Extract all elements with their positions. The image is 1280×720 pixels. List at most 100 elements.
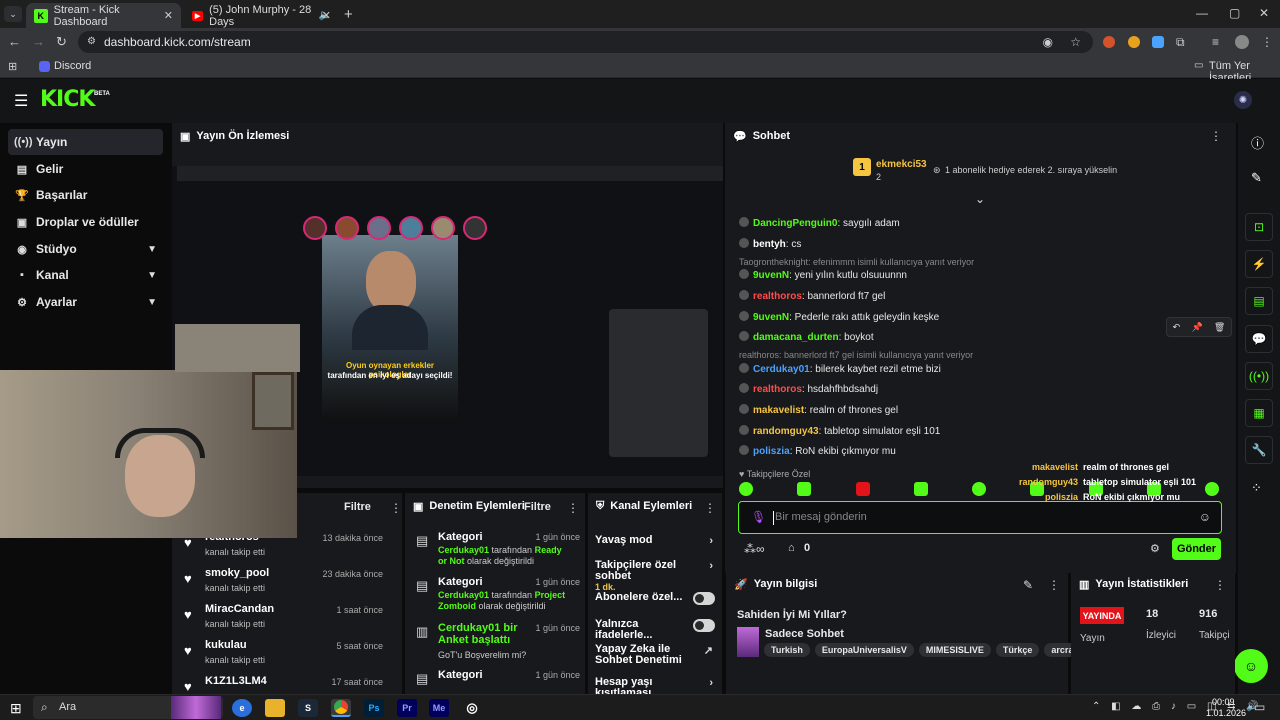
channel-action-2[interactable]: Abonelere özel... — [595, 592, 717, 614]
emote-icon[interactable] — [797, 482, 812, 496]
sidebar-item-kanal[interactable]: ▪ Kanal ▼ — [8, 262, 163, 288]
windows-start-icon[interactable]: ⊞ — [10, 700, 22, 717]
more-icon[interactable]: ⋮ — [1214, 578, 1226, 592]
file-explorer-icon[interactable] — [265, 699, 285, 717]
edit-icon[interactable]: ✎ — [1023, 578, 1033, 592]
puzzle-icon[interactable]: ⧉ — [1176, 35, 1185, 50]
sidebar-item-gelir[interactable]: ▤ Gelir — [8, 156, 163, 182]
info-icon[interactable]: ⓘ — [1251, 133, 1264, 152]
taskbar-search[interactable]: ⌕ Ara — [33, 696, 223, 719]
chat-username[interactable]: polisziа — [753, 446, 790, 457]
channel-action-1[interactable]: Takipçilere özel sohbet 1 dk. › — [595, 560, 717, 593]
chat-username[interactable]: bentyh — [753, 239, 786, 250]
notification-icon[interactable]: ▭ — [1254, 700, 1265, 714]
moderation-row[interactable]: ▥ Cerdukay01 bir Anket başlattı 1 gün önce… — [410, 622, 580, 664]
clock-time[interactable]: 00:09 — [1212, 697, 1235, 707]
follower-row[interactable]: ♥ smoky_pool kanalı takip etti 23 dakika ön… — [178, 565, 393, 599]
emote-icon[interactable] — [855, 482, 870, 496]
follower-name[interactable]: K1Z1L3LM4 — [205, 675, 267, 687]
moderation-user[interactable]: Cerdukay01 — [438, 590, 489, 600]
sidebar-item-basarilar[interactable]: 🏆 Başarılar — [8, 182, 163, 208]
channel-action-3[interactable]: Yalnızca ifadelerle... — [595, 619, 717, 641]
edge-icon[interactable]: e — [232, 699, 252, 717]
extension-icon[interactable] — [1103, 36, 1115, 48]
tab-list-icon[interactable]: ⌄ — [4, 6, 22, 22]
follower-row[interactable]: ♥ kukulau kanalı takip etti 5 saat önce — [178, 637, 393, 671]
follower-name[interactable]: smoky_pool — [205, 567, 269, 579]
moderation-user[interactable]: Cerdukay01 — [438, 545, 489, 555]
message-icon[interactable]: 💬 — [1245, 325, 1273, 353]
user-avatar[interactable]: ✺ — [1234, 91, 1252, 109]
photoshop-icon[interactable]: Ps — [364, 699, 384, 717]
emote-icon[interactable] — [972, 482, 986, 496]
profile-avatar[interactable] — [1235, 35, 1249, 49]
back-icon[interactable]: ← — [8, 34, 21, 49]
reload-icon[interactable]: ↻ — [56, 34, 67, 50]
chrome-icon[interactable] — [331, 699, 351, 717]
clock-date[interactable]: 1.01.2026 — [1206, 708, 1246, 718]
site-info-icon[interactable]: ⚙ — [87, 31, 96, 53]
emote-icon[interactable] — [739, 482, 753, 496]
window-close-icon[interactable]: ✕ — [1259, 6, 1269, 20]
moderation-row[interactable]: ▤ Kategori 1 gün önce Cerdukay01 tarafından… — [410, 531, 580, 573]
follower-name[interactable]: MiracCandan — [205, 603, 274, 615]
top-gifter-name[interactable]: ekmekci53 — [876, 159, 927, 170]
star-icon[interactable]: ☆ — [1070, 31, 1081, 53]
more-icon[interactable]: ⋮ — [390, 501, 402, 515]
extension-icon[interactable] — [1128, 36, 1140, 48]
close-icon[interactable]: ✕ — [322, 9, 331, 22]
clipboard-icon[interactable]: ▤ — [1245, 287, 1273, 315]
delete-icon[interactable]: 🗑 — [1214, 322, 1225, 333]
tab-youtube[interactable]: ▶ (5) John Murphy - 28 Days 🔈 ✕ — [184, 3, 339, 28]
filter-button[interactable]: Filtre — [524, 501, 551, 513]
support-chat-button[interactable]: ☺ — [1234, 649, 1268, 683]
channel-action-4[interactable]: Yapay Zeka ile Sohbet Denetimi ↗ — [595, 644, 717, 666]
capture-icon[interactable]: ⊡ — [1245, 213, 1273, 241]
steam-icon[interactable]: S — [298, 699, 318, 717]
chat-input-box[interactable]: 🎙 Bir mesaj gönderin ☺ — [738, 501, 1222, 534]
infinity-icon[interactable]: ⁂∞ — [744, 542, 765, 556]
reply-icon[interactable]: ↶ — [1173, 322, 1181, 333]
shop-icon[interactable]: ⌂ — [788, 542, 795, 554]
kick-logo[interactable]: KICK — [40, 87, 95, 112]
chat-username[interactable]: 9uvenN — [753, 270, 789, 281]
chat-username[interactable]: realthoros — [753, 384, 802, 395]
media-encoder-icon[interactable]: Me — [429, 699, 449, 717]
mic-icon[interactable]: 🎙 — [751, 510, 766, 524]
chat-username[interactable]: Cerdukay01 — [753, 364, 810, 375]
menu-icon[interactable]: ⋮ — [1261, 35, 1273, 49]
tab-kick-dashboard[interactable]: K Stream - Kick Dashboard ✕ — [26, 3, 181, 28]
edit-icon[interactable]: ✎ — [1251, 170, 1262, 186]
channel-action-0[interactable]: Yavaş mod › — [595, 535, 717, 557]
broadcast-icon[interactable]: ((•)) — [1245, 362, 1273, 390]
chat-username[interactable]: realthoros — [753, 291, 802, 302]
chat-username[interactable]: 9uvenN — [753, 312, 789, 323]
more-icon[interactable]: ⋮ — [704, 501, 716, 515]
layout-icon[interactable]: ▦ — [1245, 399, 1273, 427]
chat-username[interactable]: DancingPenguin0 — [753, 218, 837, 229]
tag[interactable]: MIMESISLIVE — [918, 643, 991, 657]
sidebar-item-ayarlar[interactable]: ⚙ Ayarlar ▼ — [8, 289, 163, 315]
emote-icon[interactable] — [1205, 482, 1219, 496]
moderation-row[interactable]: ▤ Kategori 1 gün önce Cerdukay01 tarafından… — [410, 576, 580, 618]
hamburger-menu-icon[interactable]: ☰ — [14, 91, 28, 111]
chat-username[interactable]: damacana_durten — [753, 332, 839, 343]
sidebar-item-studyo[interactable]: ◉ Stüdyo ▼ — [8, 236, 163, 262]
sidebar-item-yayin[interactable]: ((•)) Yayın — [8, 129, 163, 155]
follower-row[interactable]: ♥ MiracCandan kanalı takip etti 1 saat önce — [178, 601, 393, 635]
lightning-icon[interactable]: ⚡ — [1245, 250, 1273, 278]
wrench-icon[interactable]: 🔧 — [1245, 436, 1273, 464]
chat-username[interactable]: randomguy43 — [753, 426, 819, 437]
chat-menu-icon[interactable]: ⋮ — [1210, 129, 1222, 143]
premiere-icon[interactable]: Pr — [397, 699, 417, 717]
tag[interactable]: Turkish — [764, 643, 810, 657]
category-thumbnail[interactable] — [737, 627, 759, 657]
more-icon[interactable]: ⋮ — [567, 501, 579, 515]
chat-username[interactable]: makavelist — [753, 405, 804, 416]
new-tab-icon[interactable]: + — [344, 6, 353, 23]
minimize-icon[interactable]: — — [1196, 6, 1208, 20]
emote-icon[interactable] — [913, 482, 928, 496]
apps-icon[interactable]: ⊞ — [8, 60, 17, 73]
media-icon[interactable]: ≡ — [1212, 35, 1219, 49]
forward-icon[interactable]: → — [32, 34, 45, 49]
